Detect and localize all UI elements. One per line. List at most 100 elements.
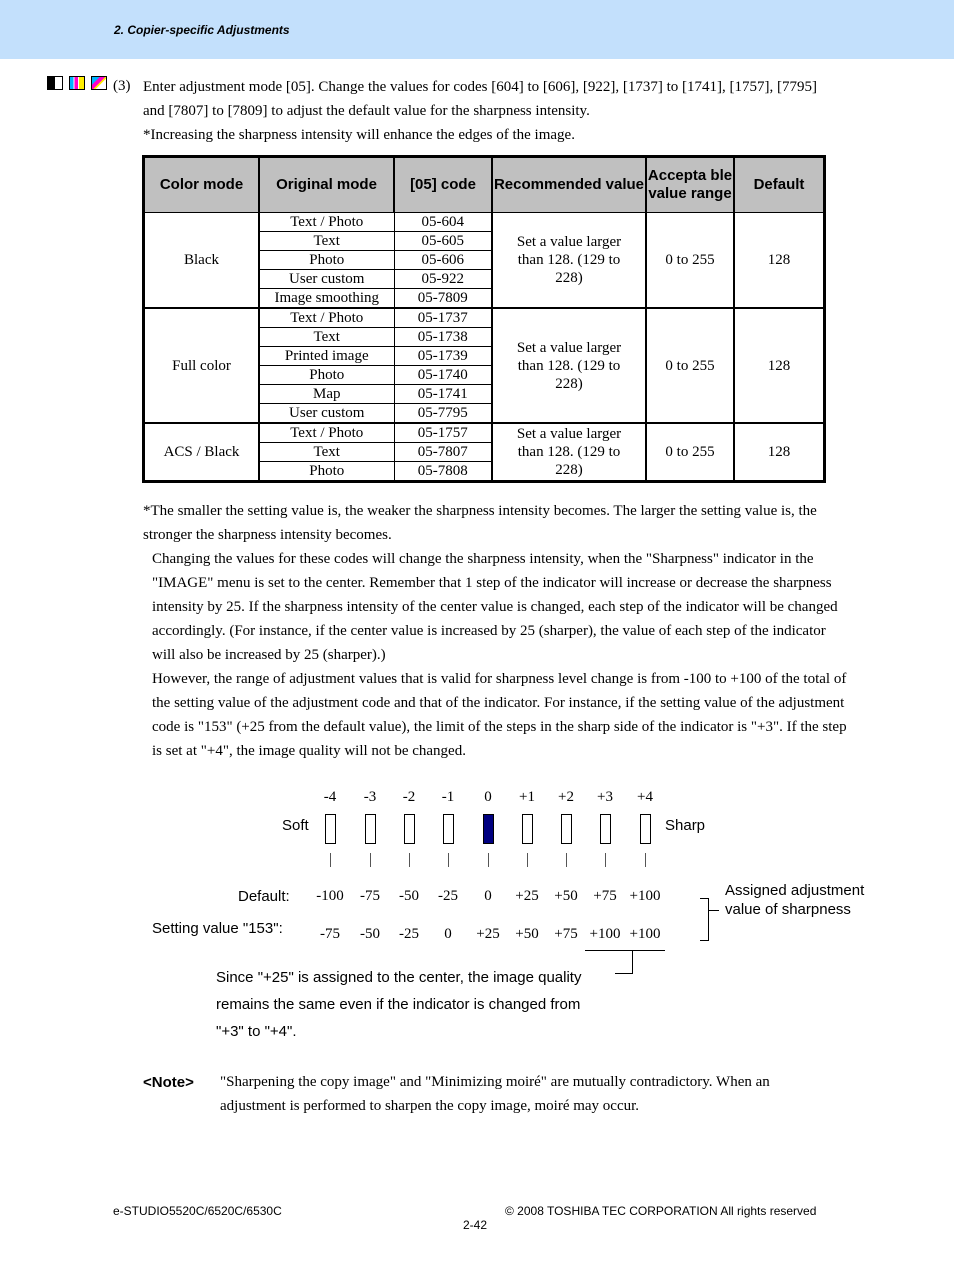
footer-model: e-STUDIO5520C/6520C/6530C <box>113 1204 282 1218</box>
setting-value: -50 <box>360 926 380 942</box>
callout-line: remains the same even if the indicator i… <box>216 996 581 1013</box>
default-value: -100 <box>316 888 344 904</box>
cell-code: 05-7808 <box>393 461 493 483</box>
step-label: +3 <box>597 789 613 805</box>
cell-recommended: Set a value larger than 128. (129 to 228… <box>491 422 647 483</box>
indicator-step <box>600 814 611 844</box>
callout-vertical <box>632 950 633 973</box>
step-tick <box>645 853 646 867</box>
callout-pointer <box>615 973 633 974</box>
indicator-step <box>404 814 415 844</box>
default-value: -25 <box>438 888 458 904</box>
cell-code: 05-7807 <box>393 442 493 462</box>
cell-range: 0 to 255 <box>645 307 735 424</box>
table-row: ACS / Black Text / Photo 05-1757 Set a valu… <box>143 422 826 483</box>
step-label: +4 <box>637 789 653 805</box>
indicator-step <box>325 814 336 844</box>
cell-original-mode: Photo <box>258 461 395 483</box>
default-value: +50 <box>554 888 578 904</box>
table-row: Black Text / Photo 05-604 Set a value large… <box>143 212 826 309</box>
full-color-mode-icon <box>69 76 85 90</box>
cell-code: 05-1757 <box>393 422 493 443</box>
soft-label: Soft <box>282 817 309 834</box>
col-original-mode: Original mode <box>258 156 395 213</box>
indicator-step <box>561 814 572 844</box>
indicator-step <box>365 814 376 844</box>
col-recommended: Recommended value <box>491 156 647 213</box>
setting-label: Setting value "153": <box>152 920 283 937</box>
indicator-step-active <box>483 814 494 844</box>
note-paragraph: *The smaller the setting value is, the w… <box>143 503 817 543</box>
cell-default: 128 <box>733 212 826 309</box>
default-value: -75 <box>360 888 380 904</box>
note-paragraph: However, the range of adjustment values … <box>152 671 847 759</box>
intro-bullet: *Increasing the sharpness intensity will… <box>143 127 575 143</box>
cell-original-mode: Text <box>258 442 395 462</box>
cell-original-mode: Text <box>258 231 395 251</box>
cell-range: 0 to 255 <box>645 422 735 483</box>
cell-code: 05-7809 <box>393 288 493 309</box>
setting-value: +100 <box>629 926 661 942</box>
indicator-step <box>522 814 533 844</box>
cell-range: 0 to 255 <box>645 212 735 309</box>
cell-default: 128 <box>733 307 826 424</box>
note-text: "Sharpening the copy image" and "Minimiz… <box>220 1074 770 1114</box>
step-tick <box>566 853 567 867</box>
cell-code: 05-1739 <box>393 346 493 366</box>
step-tick <box>488 853 489 867</box>
setting-value: -75 <box>320 926 340 942</box>
cell-code: 05-1741 <box>393 384 493 404</box>
table-row: Full color Text / Photo 05-1737 Set a value… <box>143 307 826 424</box>
acs-mode-icon <box>91 76 107 90</box>
cell-original-mode: User custom <box>258 403 395 424</box>
cell-code: 05-1737 <box>393 307 493 328</box>
default-value: +75 <box>593 888 617 904</box>
cell-code: 05-1740 <box>393 365 493 385</box>
step-label: -4 <box>323 789 337 805</box>
note-label: <Note> <box>143 1074 194 1091</box>
step-tick <box>409 853 410 867</box>
cell-original-mode: Text / Photo <box>258 422 395 443</box>
col-range: Accepta ble value range <box>645 156 735 213</box>
page-number: 2-42 <box>463 1218 488 1232</box>
indicator-step <box>640 814 651 844</box>
mode-icons <box>47 76 107 90</box>
bracket-pointer <box>708 910 719 911</box>
cell-code: 05-606 <box>393 250 493 270</box>
cell-original-mode: Image smoothing <box>258 288 395 309</box>
default-value: -50 <box>399 888 419 904</box>
black-mode-icon <box>47 76 63 90</box>
cell-original-mode: Photo <box>258 365 395 385</box>
default-value: 0 <box>484 888 492 904</box>
col-default: Default <box>733 156 826 213</box>
setting-value: +50 <box>515 926 539 942</box>
callout-line: "+3" to "+4". <box>216 1023 297 1040</box>
indicator-step <box>443 814 454 844</box>
step-label: -2 <box>402 789 416 805</box>
step-tick <box>448 853 449 867</box>
cell-color-mode: Black <box>143 212 260 309</box>
cell-color-mode: ACS / Black <box>143 422 260 483</box>
cell-original-mode: Text <box>258 327 395 347</box>
intro-text: Enter adjustment mode [05]. Change the v… <box>143 79 817 119</box>
col-color-mode: Color mode <box>143 156 260 213</box>
setting-value: -25 <box>399 926 419 942</box>
cell-original-mode: Printed image <box>258 346 395 366</box>
cell-original-mode: User custom <box>258 269 395 289</box>
sharp-label: Sharp <box>665 817 706 834</box>
cell-color-mode: Full color <box>143 307 260 424</box>
explanation-notes: *The smaller the setting value is, the w… <box>143 499 848 763</box>
cell-original-mode: Text / Photo <box>258 307 395 328</box>
default-value: +25 <box>515 888 539 904</box>
cell-code: 05-922 <box>393 269 493 289</box>
note-paragraph: Changing the values for these codes will… <box>152 551 838 663</box>
step-number: (3) <box>113 78 131 94</box>
table-header-row: Color mode Original mode [05] code Recom… <box>143 156 826 213</box>
step-label: +2 <box>558 789 574 805</box>
bracket-bottom <box>700 940 709 941</box>
cell-original-mode: Map <box>258 384 395 404</box>
sharpness-table: Color mode Original mode [05] code Recom… <box>142 155 826 483</box>
default-label: Default: <box>238 888 290 905</box>
step-label: -3 <box>363 789 377 805</box>
cell-original-mode: Text / Photo <box>258 212 395 232</box>
